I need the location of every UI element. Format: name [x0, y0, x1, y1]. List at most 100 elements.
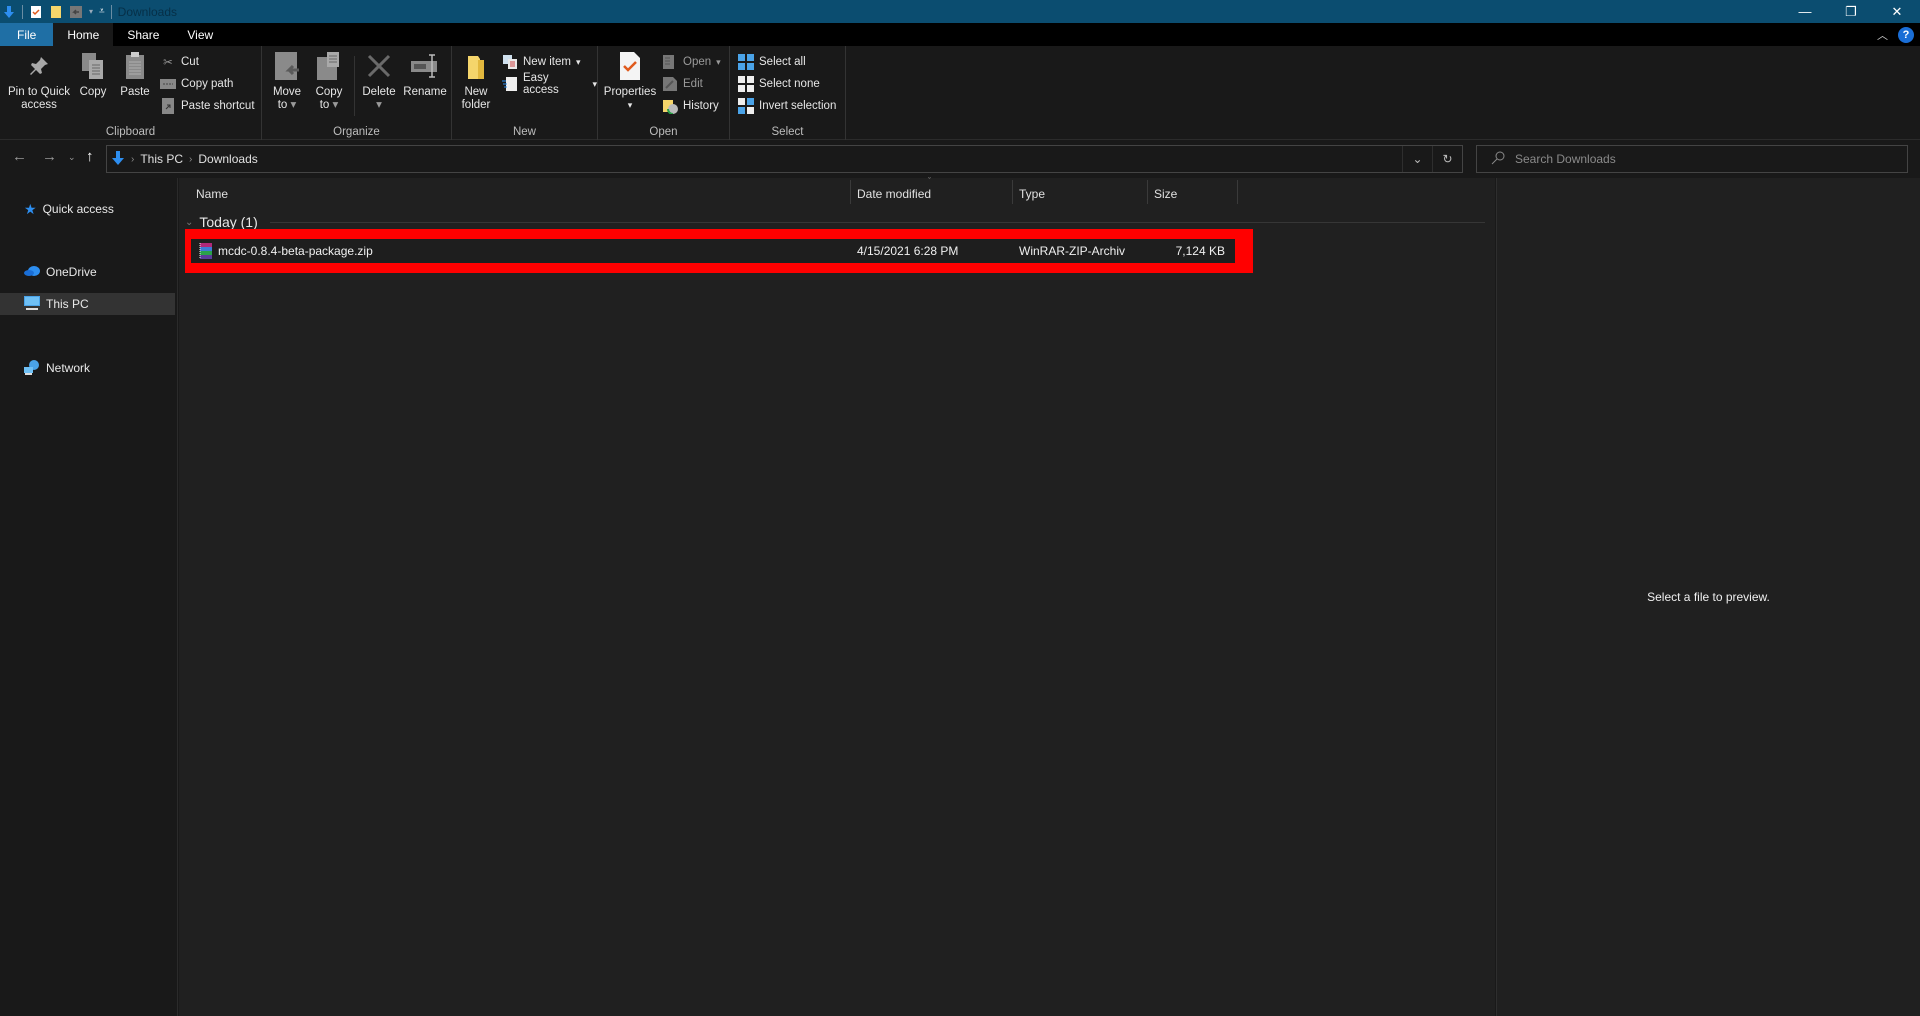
dropdown-arrow-icon: ▾: [716, 56, 721, 67]
group-label-clipboard: Clipboard: [105, 126, 156, 138]
dropdown-arrow-icon: ▾: [627, 100, 633, 110]
search-box[interactable]: Search Downloads: [1476, 145, 1908, 173]
refresh-button[interactable]: ↻: [1432, 146, 1462, 172]
qat-separator: [110, 4, 112, 19]
breadcrumb-this-pc[interactable]: This PC: [140, 152, 183, 166]
downloads-arrow-icon[interactable]: [2, 5, 16, 19]
column-header-size[interactable]: Size: [1148, 180, 1232, 208]
recent-locations-dropdown[interactable]: ⌄: [68, 152, 76, 163]
new-item-icon: [502, 54, 518, 70]
customize-qat-icon[interactable]: ⩡: [99, 6, 105, 17]
qat-separator: [22, 4, 23, 19]
nav-item-network[interactable]: Network: [0, 357, 175, 379]
tab-view[interactable]: View: [173, 23, 227, 46]
close-button[interactable]: ✕: [1874, 0, 1920, 23]
easy-access-button[interactable]: Easy access ▾: [502, 72, 597, 96]
open-icon: [662, 54, 678, 70]
invert-selection-button[interactable]: Invert selection: [738, 96, 836, 116]
history-button[interactable]: History: [662, 96, 719, 116]
help-icon[interactable]: ?: [1898, 26, 1914, 43]
address-bar[interactable]: › This PC › Downloads ⌄ ↻: [106, 145, 1463, 173]
paste-shortcut-button[interactable]: Paste shortcut: [160, 96, 255, 116]
collapse-group-icon: ⌄: [185, 216, 194, 228]
undo-icon[interactable]: [69, 5, 83, 19]
dropdown-arrow-icon: ▾: [592, 78, 597, 89]
qat-dropdown-icon[interactable]: ▾: [89, 7, 93, 16]
rename-button[interactable]: Rename: [402, 50, 448, 99]
ribbon: Pin to Quick access Copy Paste ✂ Cut Cop…: [0, 46, 1920, 140]
nav-item-this-pc[interactable]: This PC: [0, 293, 175, 315]
file-row[interactable]: mcdc-0.8.4-beta-package.zip 4/15/2021 6:…: [191, 239, 1235, 263]
search-input[interactable]: Search Downloads: [1515, 152, 1616, 166]
select-none-icon: [738, 76, 754, 92]
move-to-button[interactable]: Move to ▾: [268, 50, 306, 112]
copy-button[interactable]: Copy: [78, 50, 108, 99]
nav-item-quick-access[interactable]: ★ Quick access: [0, 198, 175, 220]
back-button[interactable]: ←: [12, 148, 27, 165]
tab-home[interactable]: Home: [53, 23, 114, 46]
copy-path-button[interactable]: Copy path: [160, 74, 233, 94]
paste-button[interactable]: Paste: [118, 50, 152, 99]
group-label-open: Open: [649, 126, 678, 138]
cut-button[interactable]: ✂ Cut: [160, 52, 199, 72]
new-folder-icon[interactable]: [49, 5, 63, 19]
column-separator[interactable]: [1237, 180, 1238, 204]
network-icon: [24, 359, 40, 378]
column-header-name[interactable]: Name: [190, 180, 855, 208]
ribbon-group-organize: Move to ▾ Copy to ▾ Delete ▾ Rename Orga…: [262, 46, 452, 140]
delete-x-icon: [363, 50, 395, 82]
move-to-icon: [271, 50, 303, 82]
paste-icon: [119, 50, 151, 82]
nav-item-onedrive[interactable]: OneDrive: [0, 261, 175, 283]
invert-selection-icon: [738, 98, 754, 114]
breadcrumb-chevron-icon[interactable]: ›: [131, 154, 134, 165]
forward-button[interactable]: →: [42, 148, 57, 165]
file-type: WinRAR-ZIP-Archiv: [1019, 244, 1126, 258]
group-header-today[interactable]: ⌄ Today (1): [185, 214, 1485, 230]
breadcrumb-chevron-icon[interactable]: ›: [189, 154, 192, 165]
preview-pane: Select a file to preview.: [1496, 178, 1920, 1016]
tab-share[interactable]: Share: [113, 23, 173, 46]
pin-to-quick-access-button[interactable]: Pin to Quick access: [6, 50, 72, 112]
new-folder-button[interactable]: New folder: [458, 50, 494, 112]
close-icon: ✕: [1891, 3, 1903, 19]
copy-to-button[interactable]: Copy to ▾: [310, 50, 348, 112]
breadcrumb-downloads[interactable]: Downloads: [198, 152, 257, 166]
column-header-type[interactable]: Type: [1013, 180, 1146, 208]
up-button[interactable]: ↑: [86, 148, 94, 165]
delete-button[interactable]: Delete ▾: [358, 50, 400, 112]
folder-icon: [460, 50, 492, 82]
new-item-button[interactable]: New item ▾: [502, 52, 580, 72]
select-all-button[interactable]: Select all: [738, 52, 806, 72]
dropdown-arrow-icon: ▾: [332, 99, 339, 111]
properties-icon[interactable]: [29, 5, 43, 19]
file-date-modified: 4/15/2021 6:28 PM: [857, 244, 959, 258]
column-header-date-modified[interactable]: Date modified: [851, 180, 1011, 208]
file-name: mcdc-0.8.4-beta-package.zip: [218, 244, 373, 258]
easy-access-icon: [502, 76, 518, 92]
dropdown-arrow-icon: ▾: [290, 99, 297, 111]
select-none-button[interactable]: Select none: [738, 74, 820, 94]
ribbon-group-open: Properties ▾ Open ▾ Edit History Open: [598, 46, 730, 140]
edit-button[interactable]: Edit: [662, 74, 703, 94]
history-icon: [662, 98, 678, 114]
open-button[interactable]: Open ▾: [662, 52, 721, 72]
minimize-button[interactable]: —: [1782, 0, 1828, 23]
group-label-select: Select: [771, 126, 804, 138]
minimize-icon: —: [1798, 4, 1812, 19]
ribbon-divider: [354, 56, 355, 116]
chevron-down-icon: ⌄: [1412, 152, 1423, 166]
tab-file[interactable]: File: [0, 23, 54, 46]
address-history-dropdown[interactable]: ⌄: [1402, 146, 1432, 172]
winrar-archive-icon: [198, 243, 214, 262]
quick-access-toolbar: ▾ ⩡: [0, 4, 112, 19]
computer-icon: [24, 295, 40, 313]
cloud-icon: [24, 265, 40, 279]
downloads-location-icon: [111, 150, 125, 169]
properties-button[interactable]: Properties ▾: [602, 50, 658, 112]
ribbon-group-clipboard: Pin to Quick access Copy Paste ✂ Cut Cop…: [0, 46, 262, 140]
maximize-button[interactable]: ❐: [1828, 0, 1874, 23]
preview-message: Select a file to preview.: [1647, 590, 1770, 604]
copy-to-icon: [313, 50, 345, 82]
collapse-ribbon-icon[interactable]: ︿: [1877, 27, 1888, 43]
